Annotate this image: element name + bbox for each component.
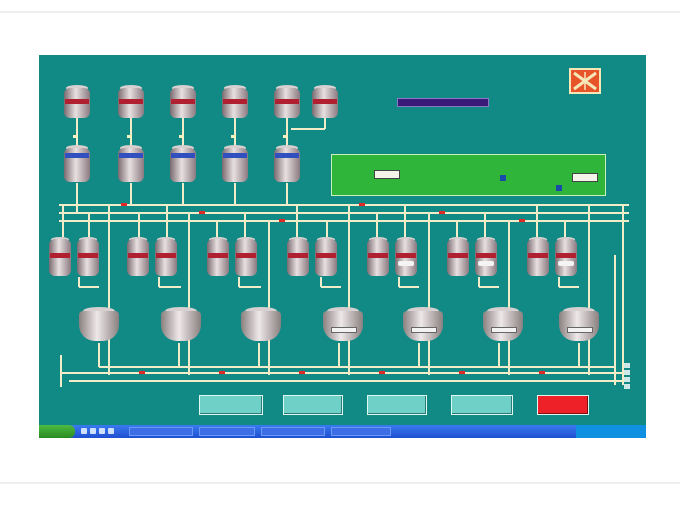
windows-taskbar [39,425,646,438]
measuring-tank[interactable] [274,145,300,183]
start-button[interactable] [39,425,75,438]
function-button-2[interactable] [283,395,343,415]
side-indicator-strip [624,363,630,391]
top-divider [0,11,680,13]
storage-tank[interactable] [222,85,248,119]
storage-tank[interactable] [274,85,300,119]
measuring-tank[interactable] [118,145,144,183]
panel-indicator-icon [556,185,562,191]
feed-tank[interactable] [49,237,71,277]
feed-tank[interactable] [527,237,549,277]
batch-id-field[interactable] [397,98,489,107]
taskbar-item[interactable] [261,427,325,436]
quicklaunch-icon[interactable] [90,428,96,434]
function-button-3[interactable] [367,395,427,415]
mixing-tank[interactable] [483,307,523,343]
mixing-tank[interactable] [323,307,363,343]
feed-tank[interactable] [235,237,257,277]
storage-tank[interactable] [118,85,144,119]
feed-tank[interactable] [207,237,229,277]
feed-tank[interactable] [555,237,577,277]
quicklaunch-icon[interactable] [99,428,105,434]
feed-tank[interactable] [77,237,99,277]
company-logo-icon [569,68,601,94]
taskbar-item[interactable] [129,427,193,436]
storage-tank[interactable] [64,85,90,119]
quicklaunch-icon[interactable] [81,428,87,434]
function-button-1[interactable] [199,395,263,415]
panel-indicator-icon [500,175,506,181]
taskbar-item[interactable] [199,427,255,436]
mixing-tank[interactable] [241,307,281,343]
exit-button[interactable] [537,395,589,415]
system-tray[interactable] [576,425,646,438]
feed-tank[interactable] [155,237,177,277]
storage-tank[interactable] [312,85,338,119]
measuring-tank[interactable] [170,145,196,183]
measuring-tank[interactable] [64,145,90,183]
panel-left-input[interactable] [374,170,400,179]
feed-tank[interactable] [287,237,309,277]
taskbar-item[interactable] [331,427,391,436]
mixing-tank[interactable] [161,307,201,343]
panel-right-input[interactable] [572,173,598,182]
bottom-divider [0,482,680,484]
measuring-tank[interactable] [222,145,248,183]
function-button-4[interactable] [451,395,513,415]
feed-tank[interactable] [395,237,417,277]
control-panel [331,154,606,196]
storage-tank[interactable] [170,85,196,119]
mixing-tank[interactable] [403,307,443,343]
quicklaunch-icon[interactable] [108,428,114,434]
hmi-screen [39,55,646,438]
mixing-tank[interactable] [79,307,119,343]
feed-tank[interactable] [475,237,497,277]
mixing-tank[interactable] [559,307,599,343]
feed-tank[interactable] [127,237,149,277]
feed-tank[interactable] [447,237,469,277]
feed-tank[interactable] [315,237,337,277]
feed-tank[interactable] [367,237,389,277]
